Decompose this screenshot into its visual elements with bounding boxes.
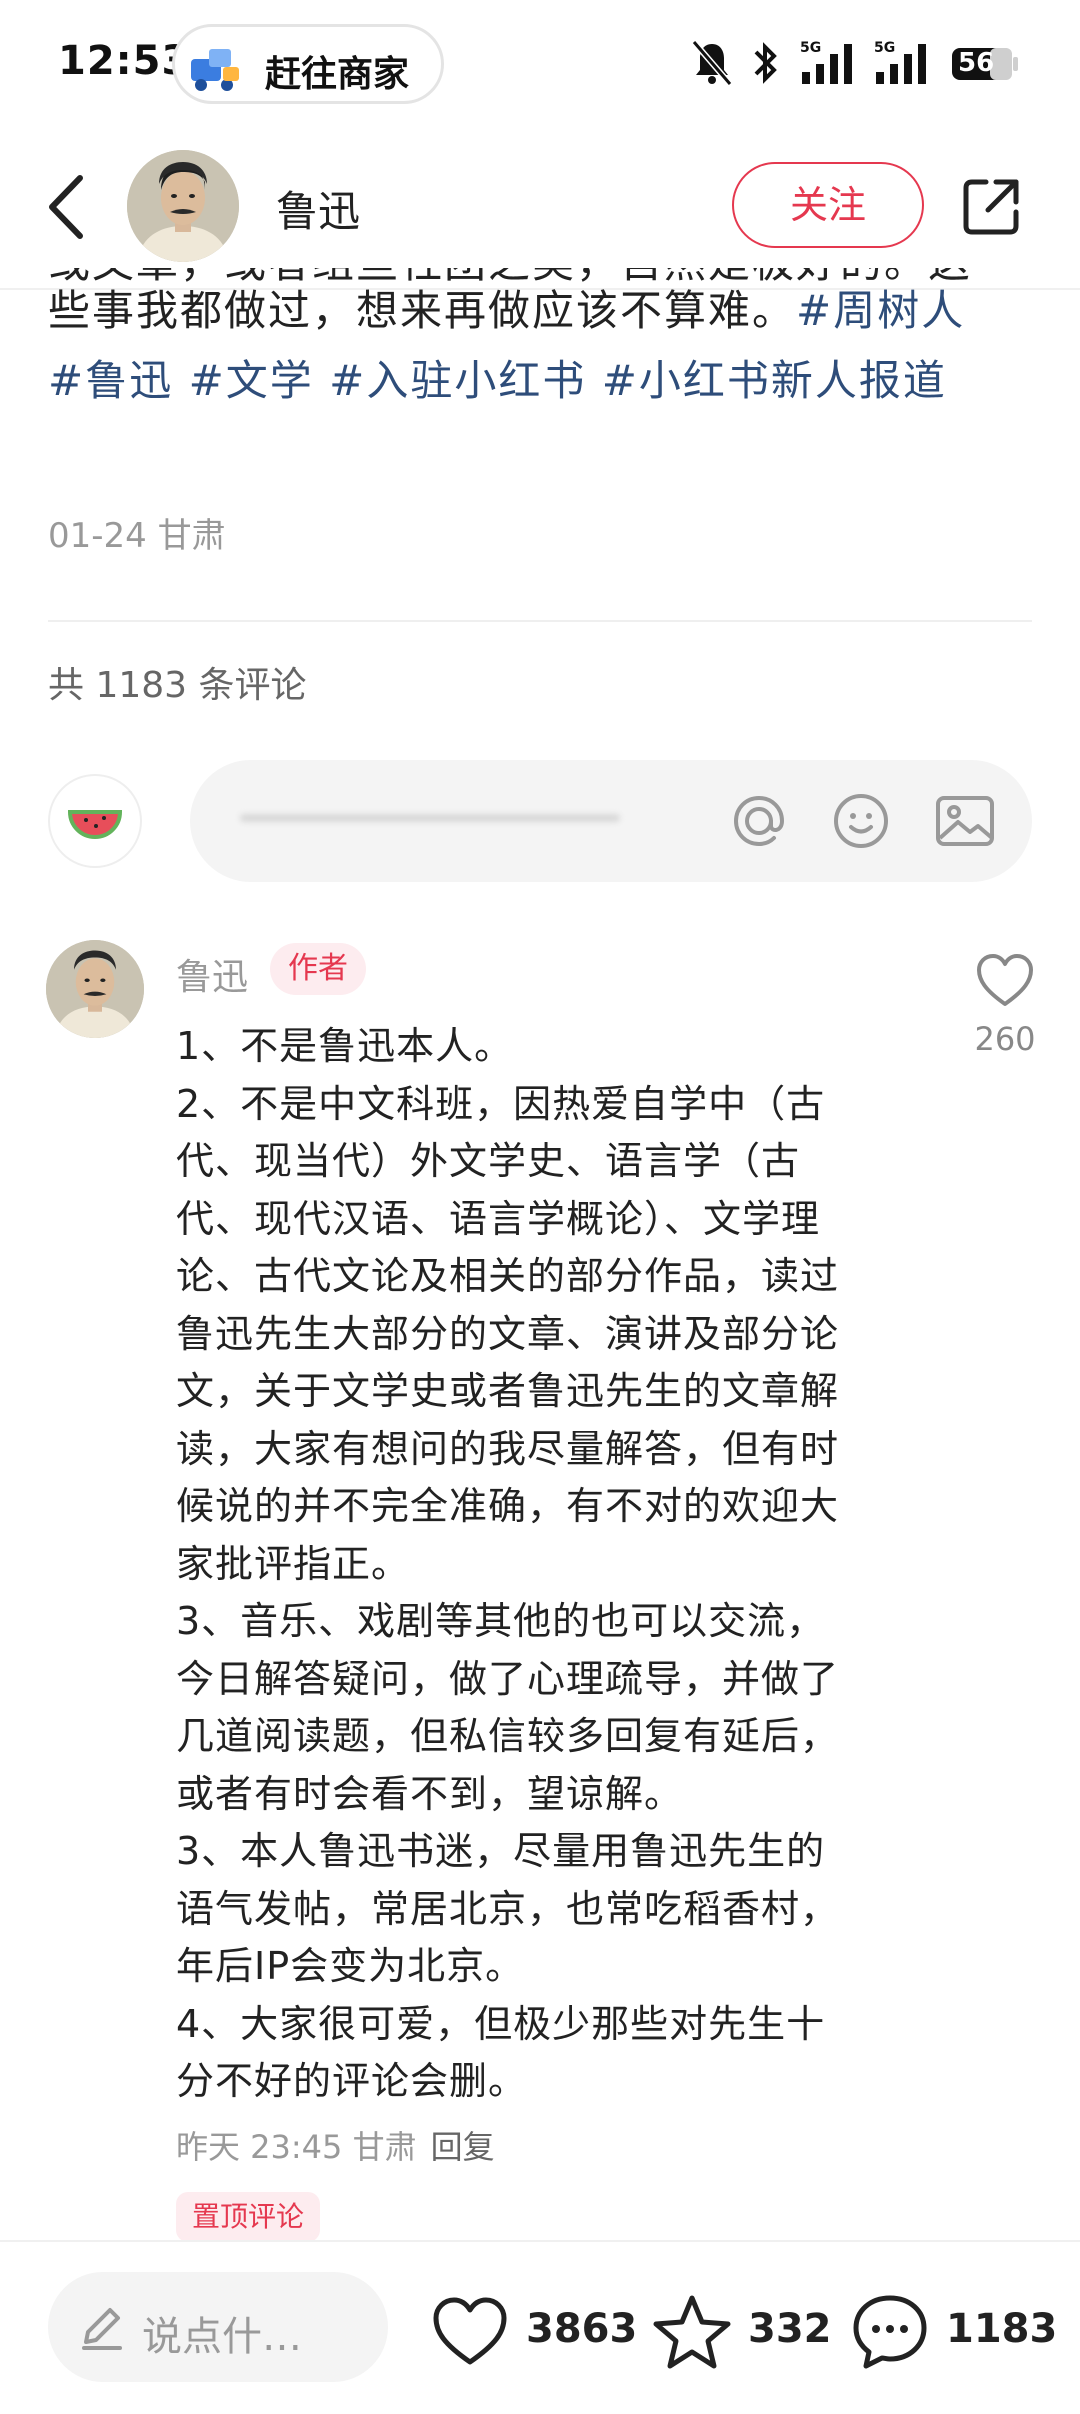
commenter-name[interactable]: 鲁迅 [176, 948, 248, 1000]
say-something-placeholder: 说点什… [142, 2314, 302, 2360]
heart-icon[interactable] [975, 952, 1035, 1008]
comment-line: 或者有时会看不到，望谅解。 [176, 1771, 684, 1816]
comment-icon[interactable] [850, 2292, 930, 2372]
comment-input-placeholder [240, 800, 630, 836]
hashtag[interactable]: #鲁迅 [48, 356, 173, 405]
star-action[interactable]: 332 [652, 2292, 832, 2372]
hashtag[interactable]: #小红书新人报道 [602, 356, 947, 405]
comment-line: 读，大家有想问的我尽量解答，但有时 [176, 1426, 840, 1471]
commenter-avatar[interactable] [46, 940, 144, 1038]
say-something-input[interactable]: 说点什… [48, 2272, 388, 2382]
post-body: 或文章，或者组些社团之类，自然是极好的。这 些事我都做过，想来再做应该不算难。#… [48, 268, 1048, 416]
author-badge: 作者 [270, 943, 366, 995]
comment-total: 1183 [946, 2306, 1058, 2352]
status-icons: 5G 5G 56 [690, 38, 1020, 88]
delivery-pill[interactable]: 赶往商家 [172, 24, 444, 104]
comment-line: 3、本人鲁迅书迷，尽量用鲁迅先生的 [176, 1829, 826, 1873]
comment-line: 候说的并不完全准确，有不对的欢迎大 [176, 1484, 840, 1528]
battery-level: 56 [958, 48, 995, 78]
section-divider [48, 620, 1032, 622]
comment-time-location: 昨天 23:45 甘肃 [176, 2128, 417, 2166]
comment-line: 语气发帖，常居北京，也常吃稻香村， [176, 1886, 840, 1931]
comment-line: 分不好的评论会删。 [176, 2059, 528, 2103]
comment-line: 论、古代文论及相关的部分作品，读过 [176, 1254, 840, 1298]
signal-5g-icon: 5G [800, 40, 852, 84]
star-count: 332 [748, 2306, 832, 2352]
hashtag[interactable]: #入驻小红书 [329, 356, 586, 405]
pencil-icon [82, 2308, 122, 2350]
comment-line: 1、不是鲁迅本人。 [176, 1024, 514, 1068]
star-icon[interactable] [652, 2292, 732, 2372]
comment-line: 文，关于文学史或者鲁迅先生的文章解 [176, 1369, 840, 1413]
comment-body: 1、不是鲁迅本人。 2、不是中文科班，因热爱自学中（古 代、现当代）外文学史、语… [176, 1018, 916, 2111]
comment-line: 代、现代汉语、语言学概论）、文学理 [176, 1196, 821, 1241]
comment-line: 3、音乐、戏剧等其他的也可以交流， [176, 1599, 826, 1643]
heart-icon[interactable] [430, 2292, 510, 2372]
pinned-badge: 置顶评论 [176, 2192, 321, 2242]
pill-text: 赶往商家 [265, 54, 410, 95]
bluetooth-icon [754, 42, 777, 84]
signal-5g-icon-2: 5G [874, 40, 926, 84]
like-count: 3863 [526, 2306, 638, 2352]
comment-line: 年后IP会变为北京。 [176, 1944, 525, 1988]
comment-line: 几道阅读题，但私信较多回复有延后， [176, 1714, 840, 1758]
post-meta: 01-24 甘肃 [48, 516, 226, 556]
status-bar: 12:53 赶往商家 5G 5G 56 [0, 0, 1080, 130]
post-header: 鲁迅 关注 [0, 130, 1080, 290]
comment-line: 2、不是中文科班，因热爱自学中（古 [176, 1081, 826, 1126]
reply-button[interactable]: 回复 [431, 2128, 495, 2166]
comment-count: 共 1183 条评论 [48, 665, 307, 706]
image-icon[interactable] [934, 790, 996, 852]
comment-like-count: 260 [974, 1020, 1036, 1058]
delivery-icon [191, 49, 239, 91]
share-icon[interactable] [958, 174, 1024, 240]
comment-line: 4、大家很可爱，但极少那些对先生十 [176, 2001, 826, 2046]
comment-input-row [0, 760, 1080, 886]
back-icon[interactable] [42, 172, 92, 242]
author-name[interactable]: 鲁迅 [276, 178, 360, 239]
at-icon[interactable] [728, 790, 790, 852]
comment-line: 今日解答疑问，做了心理疏导，并做了 [176, 1656, 840, 1701]
status-time: 12:53 [58, 38, 191, 84]
svg-text:5G: 5G [874, 40, 895, 56]
like-action[interactable]: 3863 [430, 2292, 637, 2372]
follow-button[interactable]: 关注 [732, 162, 924, 248]
comment-line: 家批评指正。 [176, 1541, 411, 1586]
bottom-action-bar: 说点什… 3863 332 1183 [0, 2240, 1080, 2414]
svg-text:5G: 5G [800, 40, 821, 56]
comment-action[interactable]: 1183 [850, 2292, 1060, 2372]
mute-bell-icon [691, 40, 733, 86]
emoji-icon[interactable] [830, 790, 892, 852]
author-avatar[interactable] [127, 150, 239, 262]
hashtag[interactable]: #文学 [189, 356, 314, 405]
watermelon-icon[interactable] [48, 774, 142, 868]
comment-line: 代、现当代）外文学史、语言学（古 [176, 1139, 801, 1183]
comment-input[interactable] [190, 760, 1032, 882]
comment-line: 鲁迅先生大部分的文章、演讲及部分论 [176, 1311, 840, 1356]
comment-meta: 昨天 23:45 甘肃 回复 [176, 2122, 495, 2168]
